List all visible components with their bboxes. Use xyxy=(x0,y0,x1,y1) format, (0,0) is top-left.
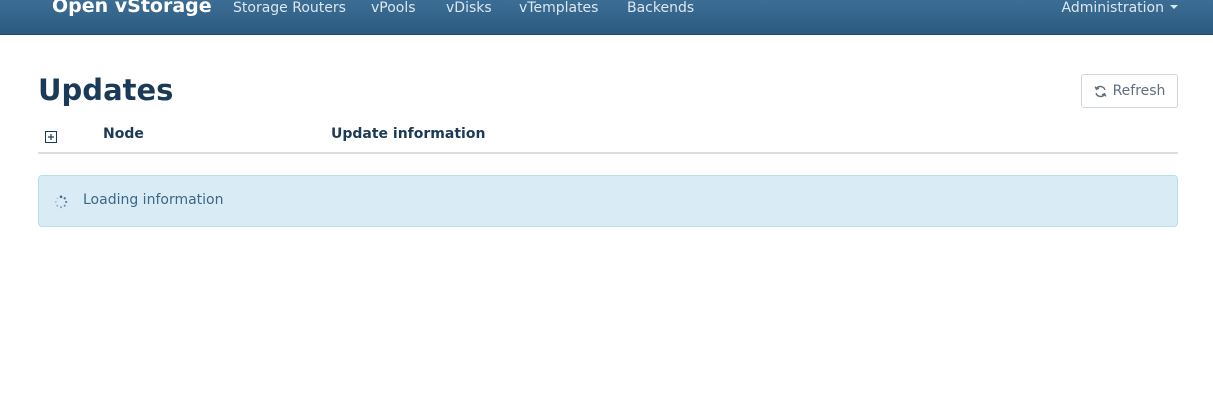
administration-dropdown[interactable]: Administration xyxy=(1062,0,1178,16)
caret-down-icon xyxy=(1170,5,1178,9)
loading-text: Loading information xyxy=(83,192,224,208)
brand-logo[interactable]: Open vStorage xyxy=(52,0,212,17)
top-navbar: Open vStorage Storage Routers vPools vDi… xyxy=(0,0,1213,35)
nav-vpools[interactable]: vPools xyxy=(371,0,416,16)
updates-table-header: Node Update information xyxy=(38,120,1178,154)
refresh-button[interactable]: Refresh xyxy=(1081,74,1178,108)
column-header-update-information[interactable]: Update information xyxy=(331,126,485,142)
nav-backends[interactable]: Backends xyxy=(627,0,694,16)
nav-storage-routers[interactable]: Storage Routers xyxy=(233,0,346,16)
page-title: Updates xyxy=(38,73,174,107)
refresh-icon xyxy=(1094,85,1107,98)
column-header-node[interactable]: Node xyxy=(103,126,144,142)
spinner-icon xyxy=(54,194,68,213)
nav-vtemplates[interactable]: vTemplates xyxy=(519,0,598,16)
expand-all-icon[interactable] xyxy=(45,128,57,147)
nav-vdisks[interactable]: vDisks xyxy=(446,0,492,16)
administration-label: Administration xyxy=(1061,0,1164,16)
refresh-label: Refresh xyxy=(1112,83,1166,99)
loading-alert: Loading information xyxy=(38,175,1178,227)
